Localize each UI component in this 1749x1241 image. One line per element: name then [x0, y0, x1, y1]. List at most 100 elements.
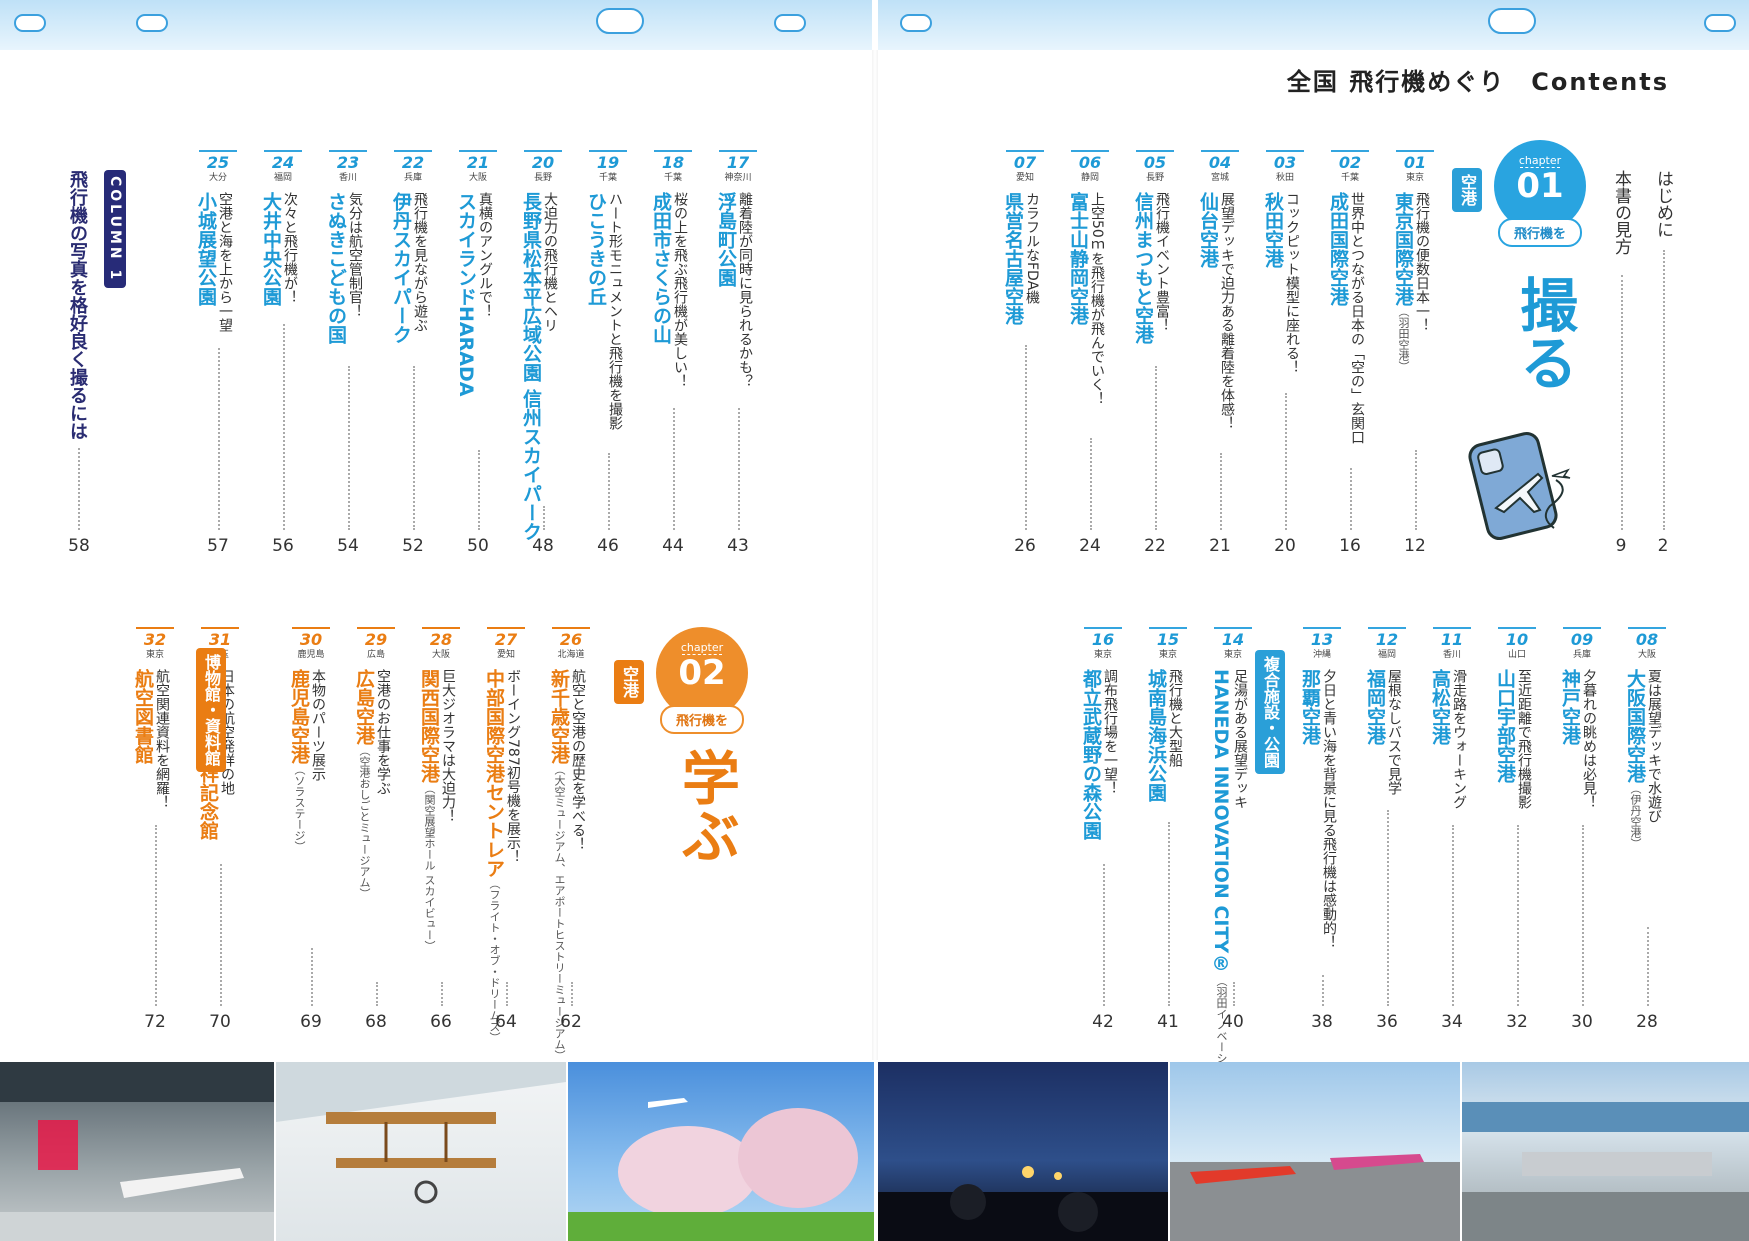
toc-entry-18[interactable]: 18 千葉 成田市さくらの山 桜の上を飛ぶ飛行機が美しい！ 44 — [650, 150, 692, 560]
toc-entry-24[interactable]: 24 福岡 大井中央公園 次々と飛行機が！ 56 — [260, 150, 302, 560]
entry-name[interactable]: 関西国際空港（関空展望ホール スカイビュー） — [418, 669, 440, 952]
toc-entry-06[interactable]: 06 静岡 富士山静岡空港 上空50ｍを飛行機が飛んでいく！ 24 — [1067, 150, 1109, 560]
entry-name[interactable]: 成田国際空港 — [1327, 192, 1349, 306]
entry-name[interactable]: 高松空港 — [1429, 669, 1451, 745]
entry-name[interactable]: 福岡空港 — [1364, 669, 1386, 745]
toc-entry-28[interactable]: 28 大阪 関西国際空港（関空展望ホール スカイビュー） 巨大ジオラマは大迫力！ 66 — [418, 627, 460, 1036]
entry-name[interactable]: 大井中央公園 — [260, 192, 282, 306]
toc-entry-09[interactable]: 09 兵庫 神戸空港 夕暮れの眺めは必見！ 30 — [1559, 627, 1601, 1036]
entry-name-text: 県営名古屋空港 — [1002, 192, 1024, 325]
entry-name-text: 那覇空港 — [1299, 669, 1321, 745]
entry-page-number: 26 — [1014, 536, 1036, 556]
toc-leader — [506, 982, 508, 1006]
toc-entry-13[interactable]: 13 沖縄 那覇空港 夕日と青い海を背景に見る飛行機は感動的！ 38 — [1299, 627, 1341, 1036]
entry-prefecture: 長野 — [533, 173, 552, 183]
toc-entry-08[interactable]: 08 大阪 大阪国際空港（伊丹空港） 夏は展望デッキで水遊び 28 — [1624, 627, 1666, 1036]
entry-name[interactable]: 那覇空港 — [1299, 669, 1321, 745]
entry-name[interactable]: 都立武蔵野の森公園 — [1080, 669, 1102, 840]
toc-entry-30[interactable]: 30 鹿児島 鹿児島空港（ソラステージ） 本物のパーツ展示 69 — [288, 627, 330, 1036]
toc-entry-11[interactable]: 11 香川 高松空港 滑走路をウォーキング 34 — [1429, 627, 1471, 1036]
entry-name[interactable]: 小城展望公園 — [195, 192, 217, 306]
entry-prefecture: 東京 — [145, 650, 164, 660]
entry-name[interactable]: 仙台空港 — [1197, 192, 1219, 268]
entry-name[interactable]: さぬきこどもの国 — [325, 192, 347, 344]
entry-prefecture: 大阪 — [431, 650, 450, 660]
chapter-02-number: 02 — [678, 653, 726, 693]
entry-name[interactable]: 神戸空港 — [1559, 669, 1581, 745]
entry-name[interactable]: 城南島海浜公園 — [1145, 669, 1167, 802]
entry-name[interactable]: 富士山静岡空港 — [1067, 192, 1089, 325]
photo-museum-hangar — [0, 1062, 274, 1241]
toc-entry-17[interactable]: 17 神奈川 浮島町公園 離着陸が同時に見られるかも？ 43 — [715, 150, 757, 560]
entry-name[interactable]: スカイランドHARADA — [455, 192, 477, 396]
toc-entry-02[interactable]: 02 千葉 成田国際空港 世界中とつながる日本の「空の」玄関口 16 — [1327, 150, 1369, 560]
toc-entry-19[interactable]: 19 千葉 ひこうきの丘 ハート形モニュメントと飛行機を撮影 46 — [585, 150, 627, 560]
entry-name[interactable]: 秋田空港 — [1262, 192, 1284, 268]
toc-entry-14[interactable]: 14 東京 HANEDA INNOVATION CITY®（羽田イノベーションシティ… — [1210, 627, 1252, 1129]
column-badge: COLUMN 1 — [104, 170, 126, 289]
entry-name-text: 成田国際空港 — [1327, 192, 1349, 306]
toc-entry-03[interactable]: 03 秋田 秋田空港 コックピット模型に座れる！ 20 — [1262, 150, 1304, 560]
entry-number: 04 — [1201, 150, 1239, 172]
toc-entry-25[interactable]: 25 大分 小城展望公園 空港と海を上から一望 57 — [195, 150, 237, 560]
entry-page-number: 24 — [1079, 536, 1101, 556]
toc-entry-21[interactable]: 21 大阪 スカイランドHARADA 真横のアングルで！ 50 — [455, 150, 497, 560]
entry-name[interactable]: 山口宇部空港 — [1494, 669, 1516, 783]
entry-name[interactable]: 伊丹スカイパーク — [390, 192, 412, 344]
entry-name[interactable]: 中部国際空港セントレア（フライト・オブ・ドリームズ） — [483, 669, 505, 1043]
entry-name-text: スカイランドHARADA — [455, 192, 477, 397]
entry-name[interactable]: ひこうきの丘 — [585, 192, 607, 306]
entry-number: 26 — [552, 627, 590, 649]
entry-name[interactable]: 長野県松本平広域公園 信州スカイパーク — [520, 192, 542, 541]
entry-description: ボーイング787初号機を展示！ — [505, 669, 521, 864]
entry-description: 至近距離で飛行機撮影 — [1516, 669, 1532, 809]
toc-entry-05[interactable]: 05 長野 信州まつもと空港 飛行機イベント豊富！ 22 — [1132, 150, 1174, 560]
toc-entry-32[interactable]: 32 東京 航空図書館 航空関連資料を網羅！ 72 — [132, 627, 174, 1036]
toc-entry-01[interactable]: 01 東京 東京国際空港（羽田空港） 飛行機の便数日本一！ 12 — [1392, 150, 1434, 560]
toc-entry-26[interactable]: 26 北海道 新千歳空港（大空ミュージアム、エアポートヒストリーミュージアム） 航空と… — [548, 627, 590, 1061]
entry-name[interactable]: 東京国際空港（羽田空港） — [1392, 192, 1414, 372]
entry-name[interactable]: HANEDA INNOVATION CITY®（羽田イノベーションシティ） — [1210, 669, 1232, 1129]
toc-entry-07[interactable]: 07 愛知 県営名古屋空港 カラフルなFDA機 26 — [1002, 150, 1044, 560]
toc-leader — [1168, 822, 1170, 1006]
entry-name[interactable]: 新千歳空港（大空ミュージアム、エアポートヒストリーミュージアム） — [548, 669, 570, 1061]
entry-page-number: 62 — [560, 1012, 582, 1032]
entry-number: 31 — [201, 627, 239, 649]
entry-page-number: 48 — [532, 536, 554, 556]
entry-number: 07 — [1006, 150, 1044, 172]
toc-entry-22[interactable]: 22 兵庫 伊丹スカイパーク 飛行機を見ながら遊ぶ 52 — [390, 150, 432, 560]
toc-entry-20[interactable]: 20 長野 長野県松本平広域公園 信州スカイパーク 大迫力の飛行機とヘリ 48 — [520, 150, 562, 560]
entry-name[interactable]: 航空図書館 — [132, 669, 154, 764]
entry-number: 01 — [1396, 150, 1434, 172]
toc-entry-27[interactable]: 27 愛知 中部国際空港セントレア（フライト・オブ・ドリームズ） ボーイング787初号… — [483, 627, 525, 1043]
entry-name[interactable]: 鹿児島空港（ソラステージ） — [288, 669, 310, 852]
entry-number: 13 — [1303, 627, 1341, 649]
entry-name-text: 浮島町公園 — [715, 192, 737, 287]
cloud-icon — [774, 14, 806, 32]
toc-leader — [478, 450, 480, 530]
toc-leader — [78, 448, 80, 530]
intro-hajimeni[interactable]: はじめに — [1652, 170, 1674, 238]
entry-name[interactable]: 大阪国際空港（伊丹空港） — [1624, 669, 1646, 849]
entry-description: 夕日と青い海を背景に見る飛行機は感動的！ — [1321, 669, 1337, 949]
entry-name[interactable]: 信州まつもと空港 — [1132, 192, 1154, 344]
entry-name[interactable]: 浮島町公園 — [715, 192, 737, 287]
toc-entry-10[interactable]: 10 山口 山口宇部空港 至近距離で飛行機撮影 32 — [1494, 627, 1536, 1036]
entry-name[interactable]: 成田市さくらの山 — [650, 192, 672, 344]
entry-prefecture: 愛知 — [1015, 173, 1034, 183]
entry-name-text: 城南島海浜公園 — [1145, 669, 1167, 802]
entry-description: 空港のお仕事を学ぶ — [375, 669, 391, 795]
cloud-icon — [136, 14, 168, 32]
toc-entry-29[interactable]: 29 広島 広島空港（空港おしごとミュージアム） 空港のお仕事を学ぶ 68 — [353, 627, 395, 1036]
entry-name-text: 関西国際空港 — [418, 669, 440, 783]
entry-name[interactable]: 県営名古屋空港 — [1002, 192, 1024, 325]
entry-page-number: 46 — [597, 536, 619, 556]
toc-entry-23[interactable]: 23 香川 さぬきこどもの国 気分は航空管制官！ 54 — [325, 150, 367, 560]
entry-name[interactable]: 広島空港（空港おしごとミュージアム） — [353, 669, 375, 899]
intro-howto[interactable]: 本書の見方 — [1610, 170, 1632, 255]
toc-entry-16[interactable]: 16 東京 都立武蔵野の森公園 調布飛行場を一望！ 42 — [1080, 627, 1122, 1036]
toc-entry-04[interactable]: 04 宮城 仙台空港 展望デッキで迫力ある離着陸を体感！ 21 — [1197, 150, 1239, 560]
column-title[interactable]: 飛行機の写真を格好良く撮るには — [66, 170, 88, 440]
toc-entry-15[interactable]: 15 東京 城南島海浜公園 飛行機と大型船 41 — [1145, 627, 1187, 1036]
toc-entry-12[interactable]: 12 福岡 福岡空港 屋根なしバスで見学 36 — [1364, 627, 1406, 1036]
